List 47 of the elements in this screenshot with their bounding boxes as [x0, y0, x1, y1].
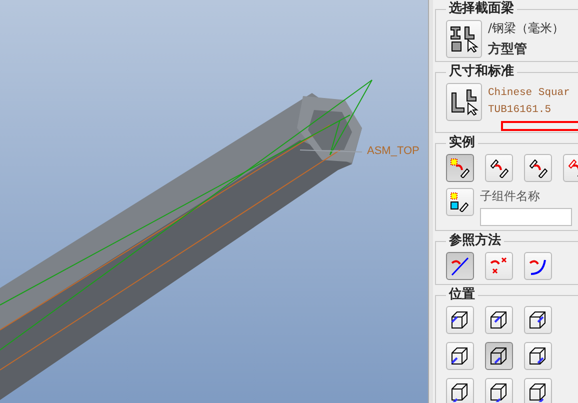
- position-button[interactable]: [446, 306, 474, 334]
- profiles-cursor-icon: [449, 24, 479, 54]
- instance-button[interactable]: [485, 154, 513, 182]
- group-title: 位置: [448, 288, 476, 302]
- position-button[interactable]: [524, 306, 552, 334]
- field-label: 子组件名称: [480, 188, 541, 205]
- cube-edge-icon: [489, 382, 509, 402]
- cube-edge-icon: [528, 382, 548, 402]
- position-button[interactable]: [446, 342, 474, 370]
- beam-arrow-icon: [489, 158, 509, 178]
- group-title: 选择截面梁: [448, 2, 515, 16]
- cube-edge-icon: [528, 346, 548, 366]
- cube-edge-icon: [489, 346, 509, 366]
- reference-button[interactable]: [485, 252, 513, 280]
- instance-button[interactable]: [524, 154, 552, 182]
- position-button[interactable]: [485, 306, 513, 334]
- cube-edge-icon: [489, 310, 509, 330]
- position-button[interactable]: [524, 378, 552, 403]
- section-select-button[interactable]: [446, 20, 482, 58]
- size-select-button[interactable]: [446, 83, 482, 121]
- position-button[interactable]: [446, 378, 474, 403]
- component-beam-icon: [450, 192, 470, 212]
- position-button[interactable]: [485, 378, 513, 403]
- position-button[interactable]: [524, 342, 552, 370]
- instance-button[interactable]: [446, 154, 474, 182]
- reference-icon: [489, 256, 509, 276]
- size-code: TUB16161.5: [488, 104, 552, 116]
- cube-edge-icon: [450, 382, 470, 402]
- position-button[interactable]: [485, 342, 513, 370]
- beam-arrow-icon: [450, 158, 470, 178]
- subcomponent-name-field[interactable]: [480, 208, 572, 226]
- library-path: /钢梁（毫米）: [488, 20, 564, 37]
- standard-name: Chinese Squar: [488, 87, 570, 99]
- beam-arrow-icon: [528, 158, 548, 178]
- subcomponent-button[interactable]: [446, 188, 474, 216]
- group-title: 实例: [448, 136, 476, 150]
- profile-name: 方型管: [488, 40, 528, 58]
- group-title: 参照方法: [448, 234, 502, 248]
- cube-edge-icon: [450, 346, 470, 366]
- profile-cursor-icon: [449, 87, 479, 117]
- reference-icon: [450, 256, 470, 276]
- datum-label: ASM_TOP: [367, 145, 420, 157]
- cube-edge-icon: [528, 310, 548, 330]
- cube-edge-icon: [450, 310, 470, 330]
- reference-button[interactable]: [524, 252, 552, 280]
- reference-button[interactable]: [446, 252, 474, 280]
- group-title: 尺寸和标准: [448, 65, 515, 79]
